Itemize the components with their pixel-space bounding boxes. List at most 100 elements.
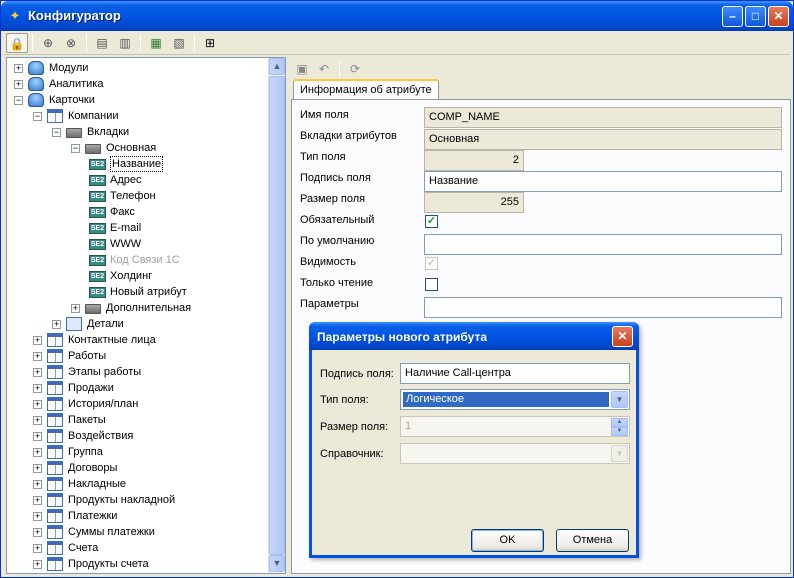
tree-item[interactable]: − Карточки xyxy=(13,92,267,108)
spin-up-icon[interactable]: ▲ xyxy=(611,418,628,427)
tree-item[interactable]: + Платежки xyxy=(32,508,267,524)
lock-icon[interactable]: 🔒 xyxy=(6,33,28,53)
params-input[interactable] xyxy=(424,297,782,318)
tree-item[interactable]: SE2 Код Связи 1С xyxy=(89,252,267,268)
tree-item[interactable]: SE2 Название xyxy=(89,156,267,172)
tree-item[interactable]: + Контактные лица xyxy=(32,332,267,348)
tree-item[interactable]: + Аналитика xyxy=(13,76,267,92)
save-icon[interactable]: ▣ xyxy=(291,59,313,79)
tree-item[interactable]: + Договоры xyxy=(32,460,267,476)
tree-item[interactable]: + Продажи xyxy=(32,380,267,396)
tree-item[interactable]: SE2 E-mail xyxy=(89,220,267,236)
expand-icon[interactable]: + xyxy=(33,352,42,361)
tree-item[interactable]: + Пакеты xyxy=(32,412,267,428)
scroll-up-icon[interactable]: ▲ xyxy=(269,58,285,75)
tab-attribute-info[interactable]: Информация об атрибуте xyxy=(293,79,439,100)
expand-icon[interactable]: + xyxy=(33,432,42,441)
add-module-icon[interactable]: ⊕ xyxy=(37,33,59,53)
collapse-icon[interactable]: − xyxy=(14,96,23,105)
scroll-thumb[interactable] xyxy=(269,76,285,555)
tree-item[interactable]: − Основная xyxy=(70,140,267,156)
chevron-down-icon[interactable]: ▼ xyxy=(611,445,628,462)
expand-icon[interactable]: + xyxy=(33,368,42,377)
field-name-input[interactable]: COMP_NAME xyxy=(424,107,782,128)
chevron-down-icon[interactable]: ▼ xyxy=(611,391,628,408)
dialog-title-bar[interactable]: Параметры нового атрибута ✕ xyxy=(309,322,639,350)
tree-item[interactable]: − Компании xyxy=(32,108,267,124)
title-bar[interactable]: ✦ Конфигуратор – □ ✕ xyxy=(1,1,793,31)
minimize-button[interactable]: – xyxy=(722,6,743,27)
tree-item[interactable]: + Суммы платежки xyxy=(32,524,267,540)
collapse-icon[interactable]: − xyxy=(52,128,61,137)
expand-icon[interactable]: + xyxy=(33,416,42,425)
undo-icon[interactable]: ↶ xyxy=(313,59,335,79)
add-table-icon[interactable]: ▤ xyxy=(91,33,113,53)
tree-item[interactable]: − Вкладки xyxy=(51,124,267,140)
expand-icon[interactable]: + xyxy=(33,496,42,505)
dialog-ref-select[interactable]: ▼ xyxy=(400,443,630,464)
tree-item[interactable]: SE2 Новый атрибут xyxy=(89,284,267,300)
refresh-icon[interactable]: ⟳ xyxy=(344,59,366,79)
tree-item[interactable]: + Счета xyxy=(32,540,267,556)
spin-down-icon[interactable]: ▼ xyxy=(611,427,628,436)
expand-icon[interactable]: + xyxy=(71,304,80,313)
tree-item[interactable]: + История/план xyxy=(32,396,267,412)
collapse-icon[interactable]: − xyxy=(33,112,42,121)
configuration-tree[interactable]: ▲ ▼ + Модули + Аналитика − Карточки − Компании −… xyxy=(6,57,286,574)
expand-icon[interactable]: + xyxy=(33,336,42,345)
tree-item[interactable]: + Работы xyxy=(32,348,267,364)
collapse-icon[interactable]: − xyxy=(71,144,80,153)
expand-icon[interactable]: + xyxy=(33,448,42,457)
expand-icon[interactable]: + xyxy=(14,64,23,73)
visibility-checkbox[interactable]: ✓ xyxy=(425,257,438,270)
expand-icon[interactable]: + xyxy=(33,480,42,489)
expand-icon[interactable]: + xyxy=(33,560,42,569)
tree-item[interactable]: + Дополнительная xyxy=(70,300,267,316)
scroll-down-icon[interactable]: ▼ xyxy=(269,555,285,572)
field-type-input[interactable]: 2 xyxy=(424,150,524,171)
remove-field-icon[interactable]: ▧ xyxy=(168,33,190,53)
required-checkbox[interactable]: ✓ xyxy=(425,215,438,228)
dialog-size-spinner[interactable]: 1 ▲ ▼ xyxy=(400,416,630,437)
tree-item[interactable]: SE2 WWW xyxy=(89,236,267,252)
ok-button[interactable]: OK xyxy=(471,529,544,552)
tree-item[interactable]: SE2 Адрес xyxy=(89,172,267,188)
readonly-checkbox[interactable] xyxy=(425,278,438,291)
tree-item[interactable]: + Этапы работы xyxy=(32,364,267,380)
expand-icon[interactable]: + xyxy=(33,528,42,537)
tree-item[interactable]: SE2 Телефон xyxy=(89,188,267,204)
tree-item[interactable]: SE2 Факс xyxy=(89,204,267,220)
tabs-input[interactable]: Основная xyxy=(424,129,782,150)
tree-item[interactable]: + Накладные xyxy=(32,476,267,492)
expand-icon[interactable]: + xyxy=(33,464,42,473)
tree-item[interactable]: + Модули xyxy=(13,60,267,76)
tree-item[interactable]: + Продукты счета xyxy=(32,556,267,572)
tree-item[interactable]: + Воздействия xyxy=(32,428,267,444)
tree-scrollbar[interactable]: ▲ ▼ xyxy=(268,58,285,573)
expand-icon[interactable]: + xyxy=(33,512,42,521)
expand-icon[interactable]: + xyxy=(52,320,61,329)
expand-icon[interactable]: + xyxy=(33,544,42,553)
tree-item[interactable]: SE2 Холдинг xyxy=(89,268,267,284)
close-button[interactable]: ✕ xyxy=(768,6,789,27)
dialog-close-button[interactable]: ✕ xyxy=(612,326,633,347)
remove-table-icon[interactable]: ▥ xyxy=(114,33,136,53)
dialog-caption-input[interactable]: Наличие Call-центра xyxy=(400,363,630,384)
field-size-input[interactable]: 255 xyxy=(424,192,524,213)
dialog-size-label: Размер поля: xyxy=(320,421,389,433)
expand-icon[interactable]: + xyxy=(33,400,42,409)
tree-item[interactable]: + Продукты накладной xyxy=(32,492,267,508)
dialog-type-select[interactable]: Логическое ▼ xyxy=(400,389,630,410)
field-icon: SE2 xyxy=(89,271,106,282)
cancel-button[interactable]: Отмена xyxy=(556,529,629,552)
add-attribute-icon[interactable]: ⊞ xyxy=(199,33,221,53)
tree-item[interactable]: + Детали xyxy=(51,316,267,332)
add-field-icon[interactable]: ▦ xyxy=(145,33,167,53)
field-caption-input[interactable]: Название xyxy=(424,171,782,192)
tree-item[interactable]: + Группа xyxy=(32,444,267,460)
remove-module-icon[interactable]: ⊗ xyxy=(60,33,82,53)
expand-icon[interactable]: + xyxy=(14,80,23,89)
expand-icon[interactable]: + xyxy=(33,384,42,393)
maximize-button[interactable]: □ xyxy=(745,6,766,27)
default-input[interactable] xyxy=(424,234,782,255)
